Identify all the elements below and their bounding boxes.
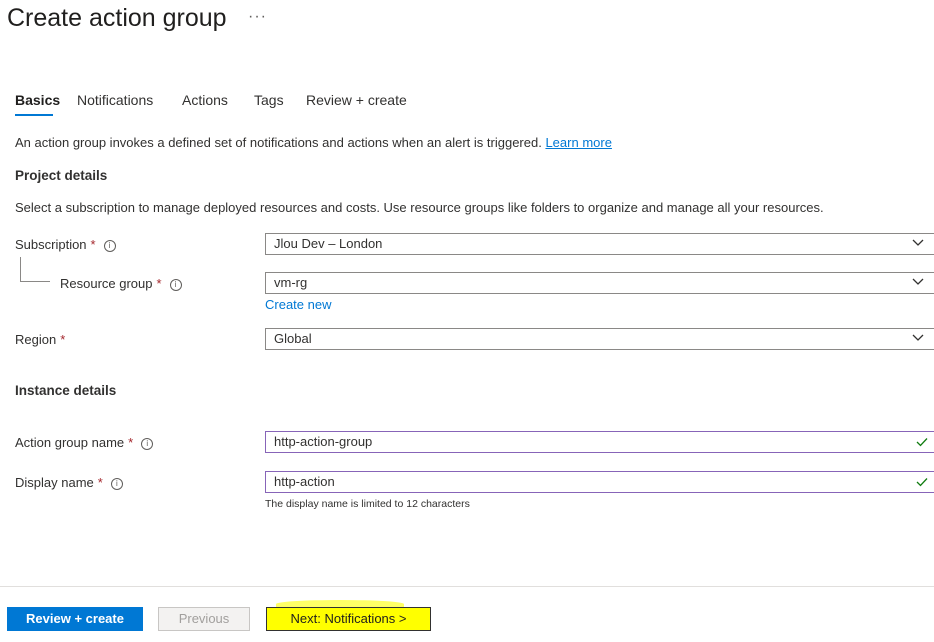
region-label-row: Region * bbox=[15, 332, 65, 347]
required-marker: * bbox=[97, 475, 103, 490]
tab-basics[interactable]: Basics bbox=[15, 92, 60, 108]
resource-group-value: vm-rg bbox=[274, 275, 308, 290]
action-group-name-input[interactable]: http-action-group bbox=[265, 431, 934, 453]
action-group-name-value: http-action-group bbox=[274, 434, 373, 449]
project-details-description: Select a subscription to manage deployed… bbox=[15, 200, 824, 215]
region-dropdown[interactable]: Global bbox=[265, 328, 934, 350]
required-marker: * bbox=[128, 435, 134, 450]
info-icon[interactable]: i bbox=[141, 437, 154, 450]
previous-button[interactable]: Previous bbox=[158, 607, 250, 631]
chevron-down-icon bbox=[912, 334, 924, 341]
review-create-button[interactable]: Review + create bbox=[7, 607, 143, 631]
region-value: Global bbox=[274, 331, 312, 346]
footer-divider bbox=[0, 586, 934, 587]
info-icon[interactable]: i bbox=[169, 278, 182, 291]
tab-review-create[interactable]: Review + create bbox=[306, 92, 407, 108]
action-group-name-label-row: Action group name * i bbox=[15, 435, 154, 450]
tab-actions[interactable]: Actions bbox=[182, 92, 228, 108]
resource-group-dropdown[interactable]: vm-rg bbox=[265, 272, 934, 294]
checkmark-icon bbox=[916, 478, 928, 487]
chevron-down-icon bbox=[912, 278, 924, 285]
next-notifications-button[interactable]: Next: Notifications > bbox=[266, 607, 431, 631]
required-marker: * bbox=[90, 237, 96, 252]
display-name-label: Display name bbox=[15, 475, 94, 490]
learn-more-link[interactable]: Learn more bbox=[545, 135, 611, 150]
info-icon[interactable]: i bbox=[103, 239, 116, 252]
page-title: Create action group bbox=[7, 4, 227, 32]
display-name-input[interactable]: http-action bbox=[265, 471, 934, 493]
checkmark-icon bbox=[916, 438, 928, 447]
display-name-label-row: Display name * i bbox=[15, 475, 123, 490]
required-marker: * bbox=[156, 276, 162, 291]
tree-connector-horizontal bbox=[20, 281, 50, 282]
action-group-name-label: Action group name bbox=[15, 435, 125, 450]
chevron-down-icon bbox=[912, 239, 924, 246]
info-icon[interactable]: i bbox=[110, 477, 123, 490]
subscription-dropdown[interactable]: Jlou Dev – London bbox=[265, 233, 934, 255]
intro-description: An action group invokes a defined set of… bbox=[15, 135, 542, 150]
region-label: Region bbox=[15, 332, 57, 347]
resource-group-label-row: Resource group * i bbox=[60, 276, 182, 291]
display-name-value: http-action bbox=[274, 474, 335, 489]
project-details-heading: Project details bbox=[15, 168, 108, 183]
subscription-label-row: Subscription * i bbox=[15, 237, 116, 252]
instance-details-heading: Instance details bbox=[15, 383, 117, 398]
required-marker: * bbox=[60, 332, 66, 347]
tab-notifications[interactable]: Notifications bbox=[77, 92, 153, 108]
subscription-value: Jlou Dev – London bbox=[274, 236, 383, 251]
intro-text: An action group invokes a defined set of… bbox=[15, 135, 612, 150]
active-tab-indicator bbox=[15, 114, 53, 116]
subscription-label: Subscription bbox=[15, 237, 87, 252]
resource-group-label: Resource group bbox=[60, 276, 153, 291]
more-options-icon[interactable]: ··· bbox=[248, 8, 267, 26]
create-new-resource-group-link[interactable]: Create new bbox=[265, 297, 331, 312]
tab-tags[interactable]: Tags bbox=[254, 92, 284, 108]
display-name-hint: The display name is limited to 12 charac… bbox=[265, 498, 470, 510]
tree-connector-vertical bbox=[20, 257, 21, 281]
